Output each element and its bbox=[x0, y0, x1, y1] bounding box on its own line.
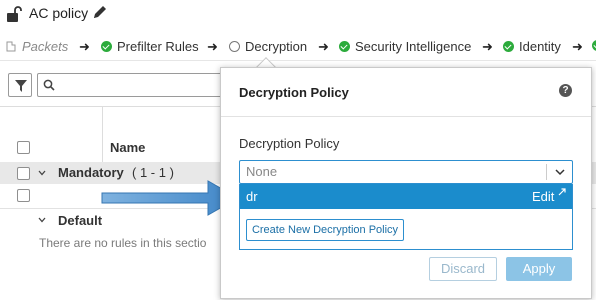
page-title: AC policy bbox=[29, 5, 89, 21]
step-label: Packets bbox=[22, 39, 69, 54]
group-checkbox[interactable] bbox=[17, 167, 30, 180]
check-icon bbox=[503, 41, 514, 52]
column-header-name: Name bbox=[110, 140, 146, 155]
select-value: None bbox=[246, 164, 278, 179]
chevron-down-icon[interactable] bbox=[38, 216, 46, 224]
step-arrow-icon: ➜ bbox=[572, 39, 583, 54]
chevron-down-icon[interactable] bbox=[555, 167, 565, 177]
check-icon bbox=[101, 41, 112, 52]
packet-icon bbox=[6, 41, 16, 52]
popup-title: Decryption Policy bbox=[239, 85, 349, 100]
steps-divider bbox=[0, 60, 596, 61]
step-arrow-icon: ➜ bbox=[318, 39, 329, 54]
callout-arrow-icon bbox=[101, 180, 240, 216]
step-label: Prefilter Rules bbox=[117, 39, 199, 54]
pencil-icon[interactable] bbox=[92, 4, 108, 20]
step-arrow-icon: ➜ bbox=[79, 39, 90, 54]
step-prefilter-rules[interactable]: Prefilter Rules bbox=[101, 39, 199, 54]
lock-open-icon bbox=[7, 6, 22, 22]
step-label: Security Intelligence bbox=[355, 39, 472, 54]
group-label: Default bbox=[58, 213, 103, 228]
step-arrow-icon: ➜ bbox=[482, 39, 493, 54]
apply-button[interactable]: Apply bbox=[506, 257, 572, 281]
search-input[interactable] bbox=[37, 73, 237, 97]
external-link-icon[interactable] bbox=[557, 187, 567, 197]
step-label: Decryption bbox=[245, 39, 308, 54]
decryption-policy-label: Decryption Policy bbox=[239, 136, 340, 151]
step-decryption[interactable]: Decryption bbox=[229, 39, 307, 54]
step-packets[interactable]: Packets bbox=[6, 39, 68, 54]
popup-divider bbox=[221, 116, 591, 117]
select-divider bbox=[546, 164, 547, 180]
decryption-policy-select[interactable]: None bbox=[239, 160, 573, 184]
select-all-checkbox[interactable] bbox=[17, 141, 30, 154]
filter-icon bbox=[15, 80, 27, 92]
check-icon bbox=[592, 40, 596, 51]
help-icon[interactable]: ? bbox=[559, 84, 572, 97]
decryption-policy-popup: Decryption Policy ? Decryption Policy No… bbox=[220, 67, 592, 299]
search-icon bbox=[43, 79, 55, 91]
pending-circle-icon bbox=[229, 41, 240, 52]
policy-steps: Packets ➜ Prefilter Rules ➜ Decryption ➜… bbox=[0, 36, 596, 58]
step-security-intelligence[interactable]: Security Intelligence bbox=[339, 39, 471, 54]
policy-dropdown-list: dr Edit Create New Decryption Policy bbox=[239, 184, 573, 250]
check-icon bbox=[339, 41, 350, 52]
edit-link[interactable]: Edit bbox=[532, 189, 554, 204]
chevron-down-icon[interactable] bbox=[38, 169, 46, 177]
step-arrow-icon: ➜ bbox=[207, 39, 218, 54]
column-divider bbox=[102, 107, 103, 163]
step-label: Identity bbox=[519, 39, 561, 54]
create-new-decryption-policy-button[interactable]: Create New Decryption Policy bbox=[246, 219, 404, 241]
title-bar: AC policy bbox=[0, 0, 596, 30]
discard-button[interactable]: Discard bbox=[429, 257, 497, 281]
dropdown-option-dr[interactable]: dr Edit bbox=[240, 184, 572, 209]
filter-button[interactable] bbox=[8, 73, 32, 97]
option-label: dr bbox=[246, 189, 258, 204]
empty-section-message: There are no rules in this sectio bbox=[39, 236, 207, 250]
row-checkbox[interactable] bbox=[17, 189, 30, 202]
step-identity[interactable]: Identity bbox=[503, 39, 561, 54]
